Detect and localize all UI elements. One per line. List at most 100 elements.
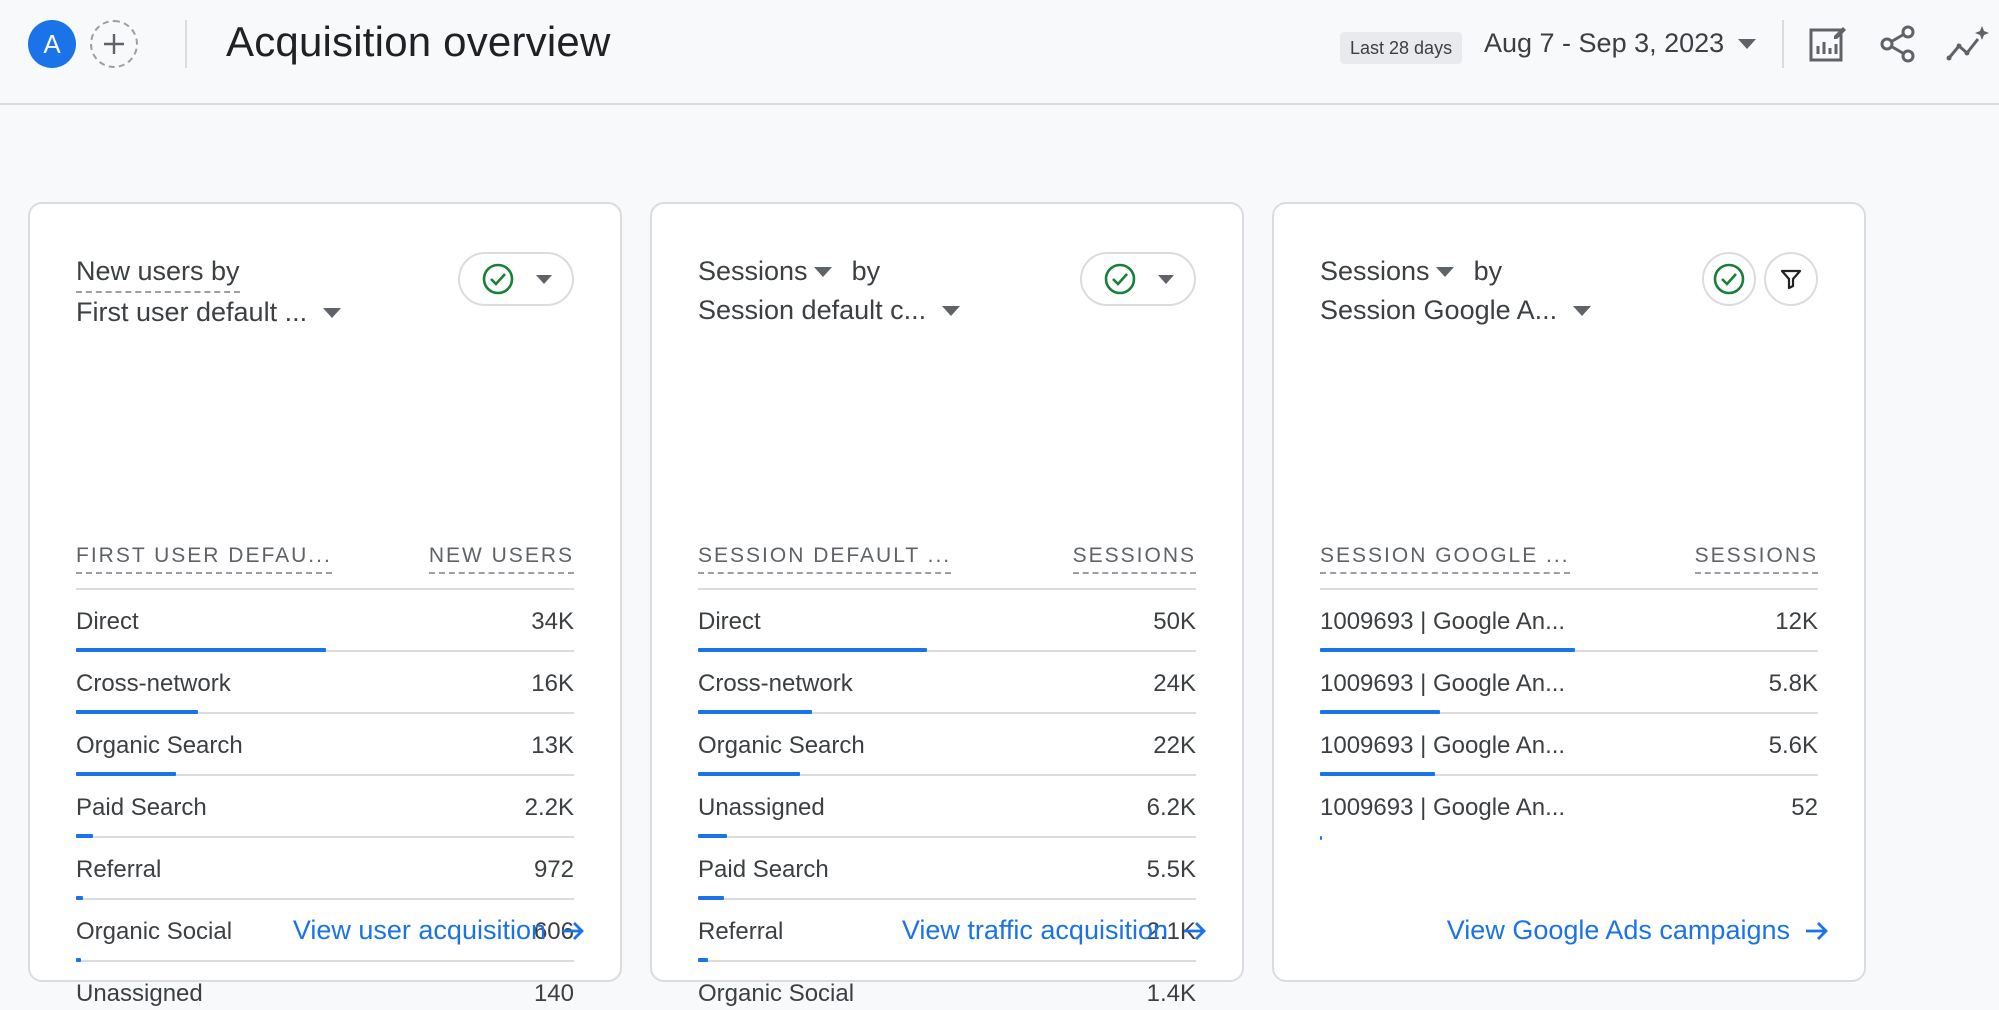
arrow-right-icon: [1806, 921, 1828, 940]
dimension-label: Session Google A...: [1320, 295, 1558, 325]
add-comparison-button[interactable]: [90, 20, 138, 68]
filter-icon: [1780, 269, 1802, 290]
row-value: 140: [533, 980, 574, 1007]
row-value: 34K: [531, 608, 574, 635]
insights-button[interactable]: [1944, 20, 1992, 68]
check-circle-icon: [482, 263, 513, 295]
row-label: Unassigned: [698, 794, 825, 821]
comparison-status-button[interactable]: [1080, 252, 1196, 306]
view-google-ads-campaigns-link[interactable]: View Google Ads campaigns: [1447, 915, 1830, 946]
row-label: Organic Social: [698, 980, 855, 1007]
header-divider: [185, 20, 187, 68]
header-divider-right: [1782, 20, 1784, 68]
edit-chart-icon: [1809, 27, 1846, 62]
row-value: 6.2K: [1146, 794, 1196, 821]
table-row[interactable]: Cross-network 24K: [698, 652, 1196, 714]
row-label: Paid Search: [76, 794, 207, 821]
view-user-acquisition-link[interactable]: View user acquisition: [293, 915, 586, 946]
chevron-down-icon: [1157, 274, 1174, 284]
row-value: 24K: [1153, 670, 1196, 697]
row-label: Referral: [698, 918, 784, 945]
account-avatar[interactable]: A: [28, 20, 76, 68]
column-header-metric[interactable]: SESSIONS: [1694, 544, 1818, 574]
row-label: 1009693 | Google An...: [1320, 794, 1566, 821]
row-value: 5.6K: [1768, 732, 1818, 759]
dimension-selector[interactable]: Session default c...: [698, 291, 961, 330]
comparison-status-button[interactable]: [1702, 252, 1756, 306]
row-share-bar: [1320, 836, 1322, 840]
date-preset-chip[interactable]: Last 28 days: [1340, 32, 1463, 64]
row-value: 2.2K: [524, 794, 574, 821]
filter-button[interactable]: [1764, 252, 1818, 306]
table-row[interactable]: 1009693 | Google An... 5.6K: [1320, 714, 1818, 776]
table-rows: Direct 50K Cross-network 24K Organic Search 2…: [698, 590, 1196, 1010]
avatar-letter: A: [43, 28, 61, 59]
dimension-selector[interactable]: First user default ...: [76, 293, 342, 332]
row-label: Organic Search: [698, 732, 865, 759]
dimension-selector[interactable]: Session Google A...: [1320, 291, 1592, 330]
metric-selector[interactable]: Sessions: [698, 252, 832, 291]
column-header-metric[interactable]: NEW USERS: [428, 544, 574, 574]
check-circle-icon: [1104, 263, 1135, 295]
column-header-metric[interactable]: SESSIONS: [1072, 544, 1196, 574]
row-value: 50K: [1153, 608, 1196, 635]
table-row[interactable]: Referral 972: [76, 838, 574, 900]
metric-label[interactable]: New users by: [76, 252, 240, 293]
view-traffic-acquisition-link[interactable]: View traffic acquisition: [902, 915, 1208, 946]
title-by: by: [851, 256, 881, 286]
plus-icon: [104, 34, 124, 54]
date-range-selector[interactable]: Aug 7 - Sep 3, 2023: [1484, 28, 1757, 59]
chevron-down-icon: [1573, 305, 1592, 316]
table-row[interactable]: Unassigned 6.2K: [698, 776, 1196, 838]
table-row[interactable]: Direct 50K: [698, 590, 1196, 652]
link-label: View user acquisition: [292, 915, 546, 945]
card-title: Sessions by Session Google A...: [1320, 252, 1592, 330]
table-row[interactable]: Organic Social 1.4K: [698, 962, 1196, 1010]
card-sessions-channel: Sessions by Session default c... SESSION…: [650, 202, 1244, 1007]
table-row[interactable]: Organic Search 22K: [698, 714, 1196, 776]
row-label: Direct: [76, 608, 139, 635]
table-rows: Direct 34K Cross-network 16K Organic Search 1…: [76, 590, 574, 1010]
table-row[interactable]: 1009693 | Google An... 52: [1320, 776, 1818, 840]
arrow-right-icon: [1184, 921, 1206, 940]
table-row[interactable]: Paid Search 2.2K: [76, 776, 574, 838]
row-value: 12K: [1775, 608, 1818, 635]
comparison-status-button[interactable]: [458, 252, 574, 306]
chevron-down-icon: [1435, 266, 1454, 277]
table-row[interactable]: Organic Search 13K: [76, 714, 574, 776]
column-header-dimension[interactable]: SESSION GOOGLE ...: [1320, 544, 1570, 574]
row-label: Direct: [698, 608, 761, 635]
card-title: Sessions by Session default c...: [698, 252, 961, 330]
row-label: Organic Search: [76, 732, 243, 759]
table-row[interactable]: Paid Search 5.5K: [698, 838, 1196, 900]
row-value: 5.8K: [1768, 670, 1818, 697]
share-button[interactable]: [1874, 20, 1922, 68]
column-header-dimension[interactable]: SESSION DEFAULT ...: [698, 544, 952, 574]
chevron-down-icon: [323, 307, 342, 318]
chevron-down-icon: [1738, 38, 1757, 49]
title-by: by: [1473, 256, 1503, 286]
row-value: 1.4K: [1146, 980, 1196, 1007]
card-sessions-google-ads: Sessions by Session Google A... SESSION …: [1272, 202, 1866, 982]
metric-selector[interactable]: Sessions: [1320, 252, 1454, 291]
column-header-dimension[interactable]: FIRST USER DEFAU...: [76, 544, 332, 574]
share-icon: [1880, 25, 1915, 63]
row-label: 1009693 | Google An...: [1320, 732, 1566, 759]
dimension-label: First user default ...: [76, 297, 308, 327]
table-row[interactable]: Unassigned 140: [76, 962, 574, 1010]
row-value: 16K: [531, 670, 574, 697]
table-row[interactable]: 1009693 | Google An... 12K: [1320, 590, 1818, 652]
check-circle-icon: [1713, 263, 1745, 295]
table-row[interactable]: Cross-network 16K: [76, 652, 574, 714]
row-label: 1009693 | Google An...: [1320, 670, 1566, 697]
card-title: New users by First user default ...: [76, 252, 342, 332]
table-row[interactable]: 1009693 | Google An... 5.8K: [1320, 652, 1818, 714]
customize-report-button[interactable]: [1804, 20, 1852, 68]
row-label: Cross-network: [76, 670, 231, 697]
chevron-down-icon: [813, 266, 832, 277]
metric-label: Sessions: [698, 256, 808, 286]
table-rows: 1009693 | Google An... 12K 1009693 | Googl…: [1320, 590, 1818, 840]
table-row[interactable]: Direct 34K: [76, 590, 574, 652]
metric-label: Sessions: [1320, 256, 1430, 286]
chevron-down-icon: [535, 274, 552, 284]
